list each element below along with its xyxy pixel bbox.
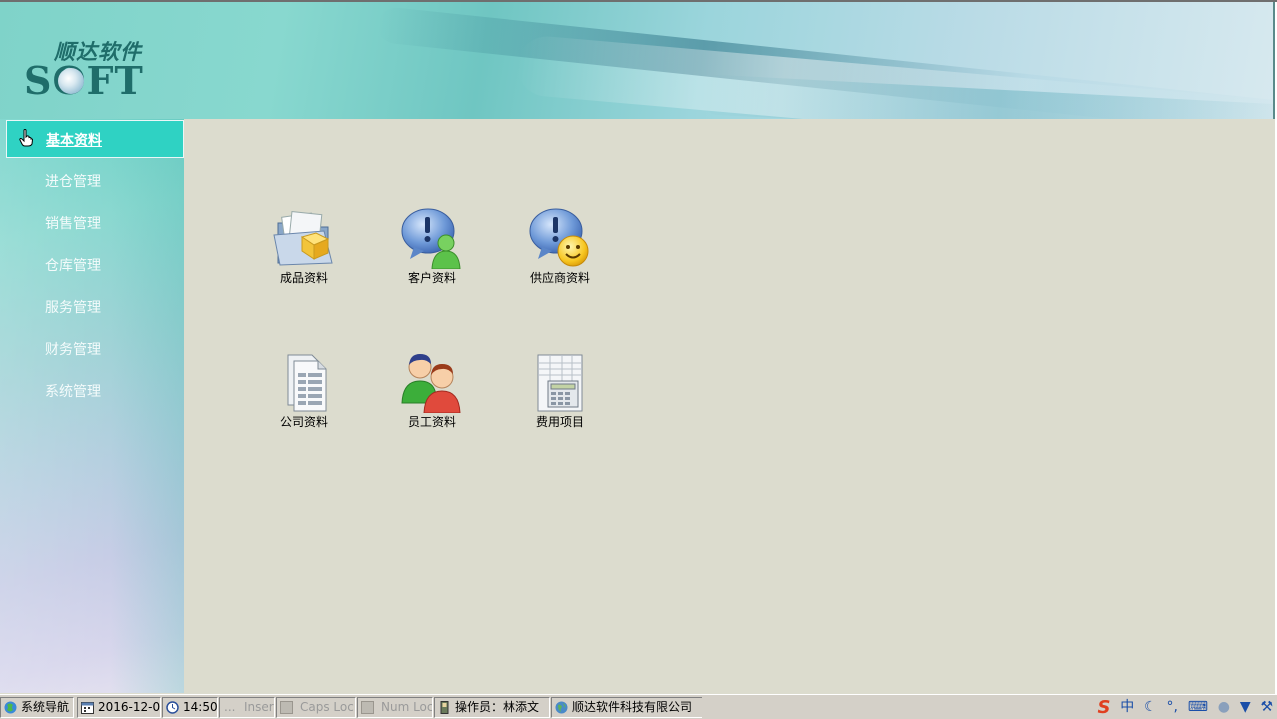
system-nav-icon: [4, 701, 17, 714]
system-nav-button[interactable]: 系统导航: [0, 697, 74, 718]
tile-label: 费用项目: [535, 415, 584, 429]
status-operator: 操作员：林添文: [434, 697, 550, 718]
tile-employees[interactable]: 员工资料: [387, 351, 477, 431]
caps-lock-indicator-icon: [280, 701, 293, 714]
sidebar-item-label: 基本资料: [46, 133, 102, 149]
tile-suppliers[interactable]: 供应商资料: [515, 207, 605, 287]
globe-icon: [555, 701, 568, 714]
tile-label: 客户资料: [407, 271, 456, 285]
tile-company[interactable]: 公司资料: [259, 351, 349, 431]
keyboard-icon[interactable]: ⌨: [1188, 698, 1208, 717]
time-text: 14:50: [183, 700, 218, 714]
sidebar-item-service[interactable]: 服务管理: [0, 288, 184, 324]
tile-label: 公司资料: [279, 415, 328, 429]
sidebar-item-label: 销售管理: [45, 216, 101, 232]
status-bar: 系统导航 2016-12-07 14:50 ... Insert Caps Lo…: [0, 694, 1277, 719]
calculator-sheet-icon: [537, 354, 583, 412]
company-text: 顺达软件科技有限公司: [572, 700, 693, 714]
calendar-icon: [81, 702, 94, 714]
sidebar-item-warehouse[interactable]: 仓库管理: [0, 246, 184, 282]
sidebar-item-label: 仓库管理: [45, 258, 101, 274]
caps-lock-text: Caps Lock: [300, 700, 356, 714]
status-date: 2016-12-07: [77, 697, 161, 718]
operator-text: 操作员：林添文: [455, 700, 540, 714]
status-company: 顺达软件科技有限公司: [551, 697, 702, 718]
num-lock-indicator-icon: [361, 701, 374, 714]
num-lock-text: Num Lock: [381, 700, 433, 714]
globe-icon: [58, 68, 84, 94]
insert-prefix: ...: [224, 700, 236, 714]
supplier-chat-icon: [529, 208, 589, 267]
hand-cursor-icon: [19, 129, 33, 147]
sidebar-item-label: 系统管理: [45, 384, 101, 400]
header-banner: 顺达软件 SOFT: [0, 2, 1275, 119]
sidebar-item-label: 财务管理: [45, 342, 101, 358]
system-tray: S 中 ☾ °, ⌨ ● ▼ ⚒: [1091, 698, 1273, 717]
sidebar: 基本资料 进仓管理 销售管理 仓库管理 服务管理 财务管理 系统管理: [0, 119, 184, 693]
status-insert: ... Insert: [219, 697, 275, 718]
status-time: 14:50: [162, 697, 218, 718]
open-folder-icon: [273, 210, 333, 266]
customer-chat-icon: [401, 208, 461, 269]
status-caps-lock: Caps Lock: [276, 697, 356, 718]
insert-text: Insert: [244, 700, 275, 714]
main-content: 成品资料 客户资料 供应商资料 公司资料 员工资料 费用项目: [184, 119, 1275, 693]
tile-expense-items[interactable]: 费用项目: [515, 351, 605, 431]
user-tray-icon[interactable]: ●: [1218, 698, 1230, 717]
user-icon: [440, 701, 449, 714]
status-num-lock: Num Lock: [357, 697, 433, 718]
wrench-icon[interactable]: ⚒: [1260, 698, 1273, 717]
clock-icon: [166, 701, 179, 714]
documents-icon: [287, 354, 327, 412]
sidebar-item-label: 服务管理: [45, 300, 101, 316]
sogou-ime-icon[interactable]: S: [1097, 698, 1110, 717]
tile-products[interactable]: 成品资料: [259, 207, 349, 287]
date-text: 2016-12-07: [98, 700, 161, 714]
tile-label: 成品资料: [279, 271, 328, 285]
sidebar-item-basic-data[interactable]: 基本资料: [6, 120, 184, 158]
sidebar-item-finance[interactable]: 财务管理: [0, 330, 184, 366]
shirt-icon[interactable]: ▼: [1240, 698, 1251, 717]
sidebar-item-inbound[interactable]: 进仓管理: [0, 162, 184, 198]
app-logo: 顺达软件 SOFT: [24, 36, 154, 106]
tile-label: 供应商资料: [529, 271, 590, 285]
sidebar-item-sales[interactable]: 销售管理: [0, 204, 184, 240]
employees-icon: [401, 354, 461, 413]
sidebar-item-label: 进仓管理: [45, 174, 101, 190]
moon-icon[interactable]: ☾: [1144, 698, 1157, 717]
system-nav-label: 系统导航: [21, 700, 70, 714]
tile-customers[interactable]: 客户资料: [387, 207, 477, 287]
punctuation-icon[interactable]: °,: [1166, 698, 1177, 717]
ime-mode-text[interactable]: 中: [1120, 698, 1134, 717]
sidebar-item-system[interactable]: 系统管理: [0, 372, 184, 408]
tile-label: 员工资料: [407, 415, 456, 429]
